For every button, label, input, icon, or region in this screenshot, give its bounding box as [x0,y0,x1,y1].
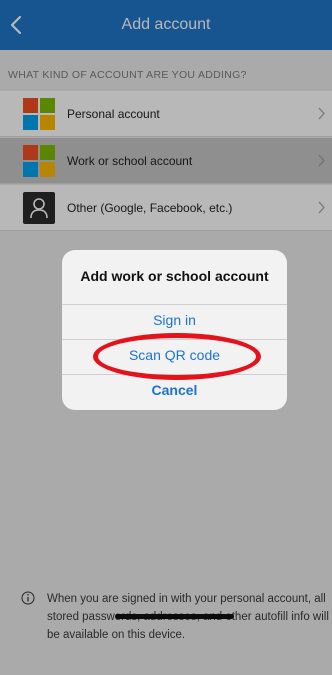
highlight-ring [93,333,261,380]
sign-in-button[interactable]: Sign in [62,304,287,334]
alert-dialog: Add work or school account Sign in Scan … [62,250,287,410]
alert-title: Add work or school account [80,268,269,284]
